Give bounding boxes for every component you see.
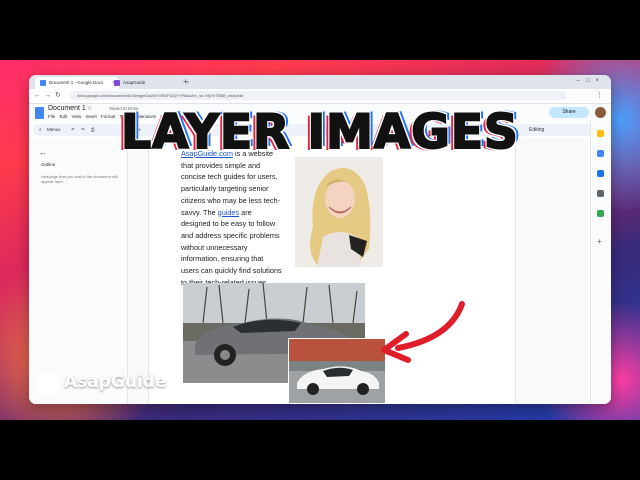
portrait-illustration xyxy=(295,157,383,267)
outline-hint: Headings that you add to the document wi… xyxy=(41,174,118,184)
watermark-text: AsapGuide xyxy=(64,372,167,392)
address-bar-row: ← → ↻ docs.google.com/document/d/1KhbgmC… xyxy=(29,89,611,104)
white-car-illustration xyxy=(289,339,385,403)
add-addon-icon[interactable]: + xyxy=(597,238,604,246)
portrait-image[interactable] xyxy=(295,157,383,267)
letterbox-top xyxy=(0,0,640,60)
body-paragraph[interactable]: AsapGuide.com is a website that provides… xyxy=(181,148,283,288)
link-guides[interactable]: guides xyxy=(218,208,240,217)
tab-asapguide[interactable]: AsapGuide × xyxy=(109,77,193,89)
reload-icon[interactable]: ↻ xyxy=(55,91,61,101)
tab-google-docs[interactable]: Document 1 - Google Docs × xyxy=(35,77,119,89)
window-controls[interactable]: –□× xyxy=(577,76,605,87)
back-icon[interactable]: ← xyxy=(34,91,41,101)
new-tab-icon[interactable]: + xyxy=(183,77,188,87)
document-canvas: AsapGuide.com is a website that provides… xyxy=(128,138,589,404)
browser-menu-icon[interactable]: ⋮ xyxy=(596,91,603,101)
forward-icon[interactable]: → xyxy=(44,91,51,101)
side-apps-rail: + xyxy=(590,120,611,404)
body-text-part: are designed to be easy to follow and ad… xyxy=(181,207,282,287)
tab-strip: Document 1 - Google Docs × AsapGuide × +… xyxy=(29,75,611,89)
docs-favicon-icon xyxy=(40,80,46,86)
outline-title: Outline xyxy=(41,162,56,167)
letterbox-bottom xyxy=(0,420,640,480)
tab-label: Document 1 - Google Docs xyxy=(49,80,104,85)
red-arrow-annotation xyxy=(381,301,465,363)
maps-icon[interactable] xyxy=(597,210,604,217)
video-title-overlay: LAYER IMAGES xyxy=(120,104,519,161)
car-image-small[interactable] xyxy=(288,338,386,404)
url-field[interactable]: docs.google.com/document/d/1KhbgmCssWYVR… xyxy=(69,91,567,100)
tab-label: AsapGuide xyxy=(123,80,146,85)
asapguide-favicon-icon xyxy=(114,80,120,86)
tasks-icon[interactable] xyxy=(597,170,604,177)
outline-panel: ← Outline Headings that you add to the d… xyxy=(29,138,128,404)
asapguide-logo-icon xyxy=(37,373,59,395)
contacts-icon[interactable] xyxy=(597,190,604,197)
